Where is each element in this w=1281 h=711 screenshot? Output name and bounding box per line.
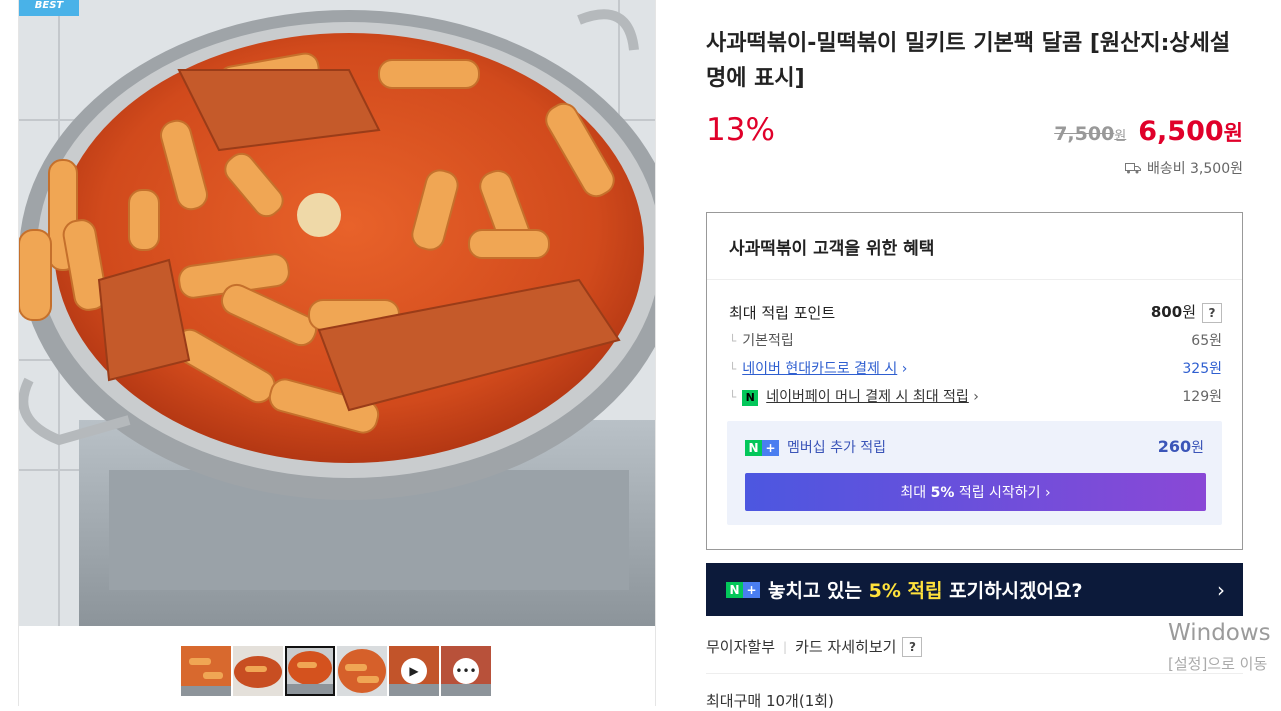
thumbnail-video[interactable]: ▶ <box>389 646 439 696</box>
thumbnail-image <box>181 646 231 696</box>
product-main-image[interactable]: BEST <box>19 0 655 626</box>
membership-label: 멤버십 추가 적립 <box>787 440 887 456</box>
membership-promo-banner[interactable]: N + 놓치고 있는 5% 적립 포기하시겠어요? › <box>706 563 1243 616</box>
promo-text-after: 포기하시겠어요? <box>949 580 1083 602</box>
max-point-row: 최대 적립 포인트 800원? <box>729 301 1222 323</box>
thumbnail-2[interactable] <box>233 646 283 696</box>
tteokbokki-photo <box>19 0 655 626</box>
card-point-row: └ 네이버 현대카드로 결제 시 › 325원 <box>729 358 1222 378</box>
basic-point-value: 65원 <box>1191 333 1222 349</box>
card-point-value: 325원 <box>1182 361 1222 377</box>
benefit-box: 사과떡볶이 고객을 위한 혜택 최대 적립 포인트 800원? └ 기본적립 65… <box>706 212 1243 550</box>
membership-label-wrap: N + 멤버십 추가 적립 <box>745 437 886 457</box>
thumbnail-review[interactable]: ••• <box>441 646 491 696</box>
tree-branch-icon: └ <box>729 334 737 348</box>
naver-plus-icon: N + <box>745 440 779 456</box>
windows-activation-title: Windows <box>1168 620 1271 646</box>
sale-price-unit: 원 <box>1223 121 1243 145</box>
best-badge: BEST <box>19 0 79 16</box>
tree-branch-icon: └ <box>729 390 737 404</box>
thumbnail-strip: ▶ ••• <box>181 646 491 696</box>
shipping-fee: 배송비 3,500원 <box>1124 158 1243 178</box>
truck-icon <box>1124 163 1141 174</box>
tree-branch-icon: └ <box>729 362 737 376</box>
membership-button-suffix: 적립 시작하기 <box>958 485 1041 501</box>
max-point-value: 800 <box>1150 303 1183 321</box>
original-price: 7,500원 <box>1054 123 1126 145</box>
naver-plus-icon: N + <box>726 581 760 598</box>
thumbnail-image <box>287 648 333 694</box>
membership-button-highlight: 5% <box>930 485 955 501</box>
original-price-value: 7,500 <box>1054 123 1115 145</box>
chevron-right-icon: › <box>1217 577 1225 602</box>
naverpay-money-link[interactable]: 네이버페이 머니 결제 시 최대 적립 <box>766 389 969 405</box>
card-point-label-wrap: └ 네이버 현대카드로 결제 시 › <box>729 358 907 378</box>
shipping-fee-text: 배송비 3,500원 <box>1146 161 1243 177</box>
membership-button-prefix: 최대 <box>900 485 927 501</box>
naverpay-icon: N <box>742 390 759 406</box>
thumbnail-1[interactable] <box>181 646 231 696</box>
thumbnail-image <box>233 646 283 696</box>
promo-text-before: 놓치고 있는 <box>768 580 863 602</box>
sale-price-value: 6,500 <box>1138 116 1224 147</box>
help-icon[interactable]: ? <box>1202 303 1222 323</box>
sale-price: 6,500원 <box>1138 116 1243 147</box>
max-point-label: 최대 적립 포인트 <box>729 303 836 322</box>
basic-point-label: 기본적립 <box>742 333 794 349</box>
hyundai-card-link[interactable]: 네이버 현대카드로 결제 시 <box>742 361 897 377</box>
installment-link[interactable]: 무이자할부 <box>706 636 775 657</box>
chevron-right-icon: › <box>897 361 908 377</box>
membership-unit: 원 <box>1191 440 1204 456</box>
npay-point-label-wrap: └ N 네이버페이 머니 결제 시 최대 적립 › <box>729 386 979 406</box>
thumbnail-4[interactable] <box>337 646 387 696</box>
product-gallery: BEST ▶ ••• <box>18 0 656 706</box>
benefit-heading: 사과떡볶이 고객을 위한 혜택 <box>707 213 1242 280</box>
chevron-right-icon: › <box>968 389 979 405</box>
discount-rate: 13% <box>706 112 775 148</box>
thumbnail-3[interactable] <box>285 646 335 696</box>
membership-box: N + 멤버십 추가 적립 260원 최대 5% 적립 시작하기 › <box>727 421 1222 525</box>
payment-options: 무이자할부 | 카드 자세히보기 ? <box>706 636 923 657</box>
card-detail-link[interactable]: 카드 자세히보기 <box>795 636 896 657</box>
price-row: 7,500원 6,500원 <box>1054 116 1243 147</box>
original-price-unit: 원 <box>1114 129 1127 144</box>
chat-icon: ••• <box>453 658 479 684</box>
basic-point-label-wrap: └ 기본적립 <box>729 330 794 350</box>
purchase-limit: 최대구매 10개(1회) <box>706 692 834 710</box>
membership-value: 260 <box>1157 437 1192 456</box>
start-membership-button[interactable]: 최대 5% 적립 시작하기 › <box>745 473 1206 511</box>
npay-point-value: 129원 <box>1182 389 1222 405</box>
basic-point-row: └ 기본적립 65원 <box>729 330 1222 350</box>
membership-row: N + 멤버십 추가 적립 260원 <box>745 437 1204 457</box>
divider <box>706 673 1243 674</box>
thumbnail-image <box>337 646 387 696</box>
chevron-right-icon: › <box>1045 485 1051 501</box>
max-point-amount: 800원? <box>1151 301 1222 323</box>
windows-activation-subtitle: [설정]으로 이동 <box>1168 655 1268 673</box>
promo-highlight: 5% 적립 <box>868 580 943 602</box>
help-icon[interactable]: ? <box>902 636 923 657</box>
product-title: 사과떡볶이-밀떡볶이 밀키트 기본팩 달콤 [원산지:상세설명에 표시] <box>706 31 1231 91</box>
play-icon: ▶ <box>401 658 427 684</box>
separator: | <box>783 639 788 654</box>
membership-amount: 260원 <box>1158 437 1204 457</box>
max-point-unit: 원 <box>1182 303 1196 321</box>
npay-point-row: └ N 네이버페이 머니 결제 시 최대 적립 › 129원 <box>729 386 1222 406</box>
